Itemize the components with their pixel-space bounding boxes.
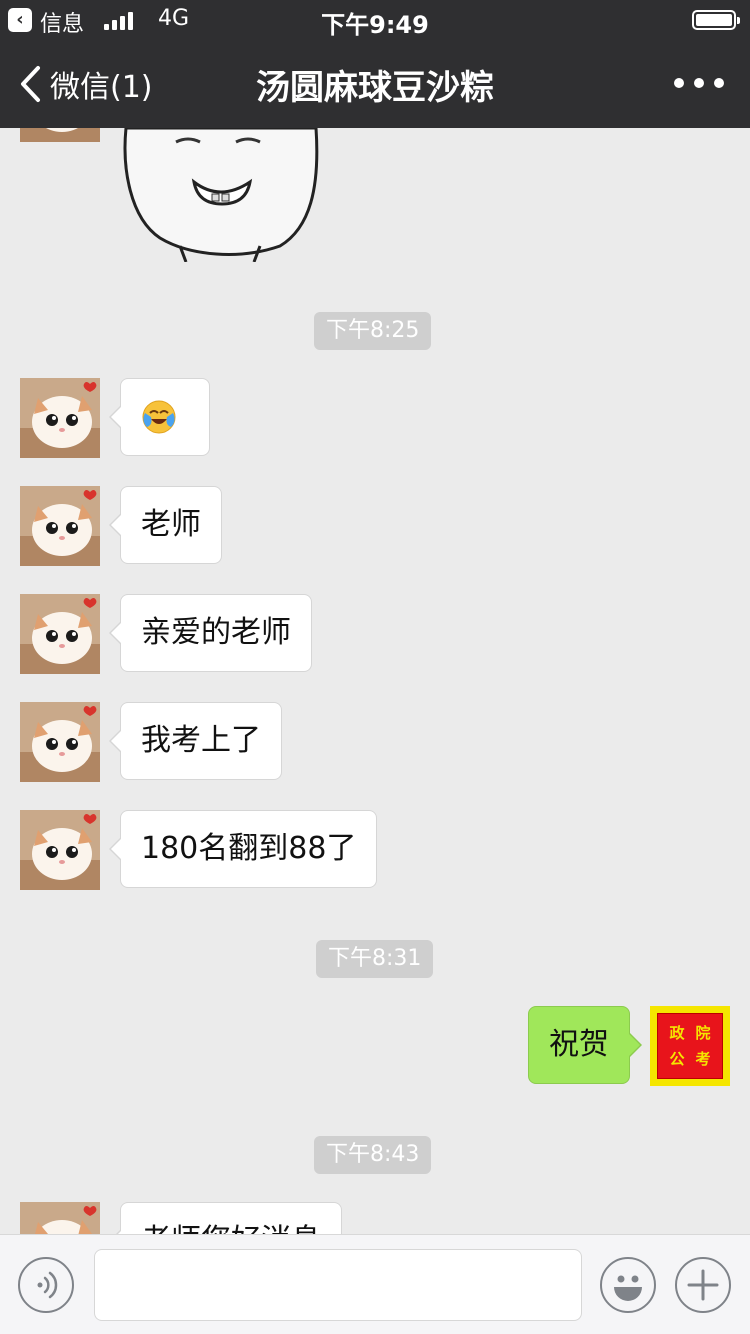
input-bar xyxy=(0,1234,750,1334)
cat-avatar-image xyxy=(20,1202,100,1234)
contact-avatar[interactable] xyxy=(20,486,100,566)
cat-avatar-image xyxy=(20,702,100,782)
voice-button[interactable] xyxy=(18,1257,74,1313)
battery-icon xyxy=(692,10,740,30)
timestamp: 下午8:25 xyxy=(314,312,432,350)
emoji-icon xyxy=(614,1275,642,1301)
contact-avatar[interactable] xyxy=(20,702,100,782)
cry-laugh-emoji xyxy=(142,400,176,434)
message-list[interactable]: 下午8:25 老师 亲爱的老师 我考上了 180名翻到88了 下午8:31 祝贺… xyxy=(0,128,750,1234)
message-bubble[interactable]: 我考上了 xyxy=(109,702,282,780)
cat-avatar-image xyxy=(20,128,100,142)
voice-icon xyxy=(37,1271,58,1299)
message-bubble[interactable]: 180名翻到88了 xyxy=(108,810,378,888)
timestamp: 下午8:31 xyxy=(316,940,434,978)
contact-avatar[interactable] xyxy=(20,378,100,458)
more-icon[interactable] xyxy=(674,78,724,88)
avatar-seal-char: 政 xyxy=(669,1024,685,1042)
my-message-bubble[interactable]: 祝贺 xyxy=(528,1006,642,1084)
meme-sticker-image[interactable] xyxy=(120,128,320,262)
emoji-button[interactable] xyxy=(600,1257,656,1313)
status-bar: ‹ 信息 4G 下午9:49 xyxy=(0,0,750,40)
avatar-seal-char: 考 xyxy=(695,1050,711,1068)
contact-avatar[interactable] xyxy=(20,1202,100,1234)
cat-avatar-image xyxy=(20,810,100,890)
contact-avatar[interactable] xyxy=(20,594,100,674)
message-bubble[interactable]: 老师 xyxy=(109,486,222,564)
cat-avatar-image xyxy=(20,594,100,674)
plus-icon xyxy=(687,1269,719,1301)
avatar-seal-char: 公 xyxy=(669,1050,685,1068)
more-functions-button[interactable] xyxy=(675,1257,731,1313)
message-input[interactable] xyxy=(94,1249,582,1321)
contact-avatar[interactable] xyxy=(20,128,100,142)
avatar-seal-image: 政 院 公 考 xyxy=(657,1013,723,1079)
my-avatar[interactable]: 政 院 公 考 xyxy=(650,1006,730,1086)
timestamp: 下午8:43 xyxy=(314,1136,432,1174)
message-bubble[interactable] xyxy=(109,378,210,456)
cat-avatar-image xyxy=(20,486,100,566)
clock: 下午9:49 xyxy=(321,11,429,39)
avatar-seal-char: 院 xyxy=(695,1024,711,1042)
message-bubble[interactable]: 亲爱的老师 xyxy=(109,594,312,672)
chat-header: 微信(1) 汤圆麻球豆沙粽 xyxy=(0,40,750,128)
contact-avatar[interactable] xyxy=(20,810,100,890)
cat-avatar-image xyxy=(20,378,100,458)
chat-title: 汤圆麻球豆沙粽 xyxy=(256,68,494,108)
message-bubble[interactable]: 老师您好消息 xyxy=(109,1202,342,1234)
